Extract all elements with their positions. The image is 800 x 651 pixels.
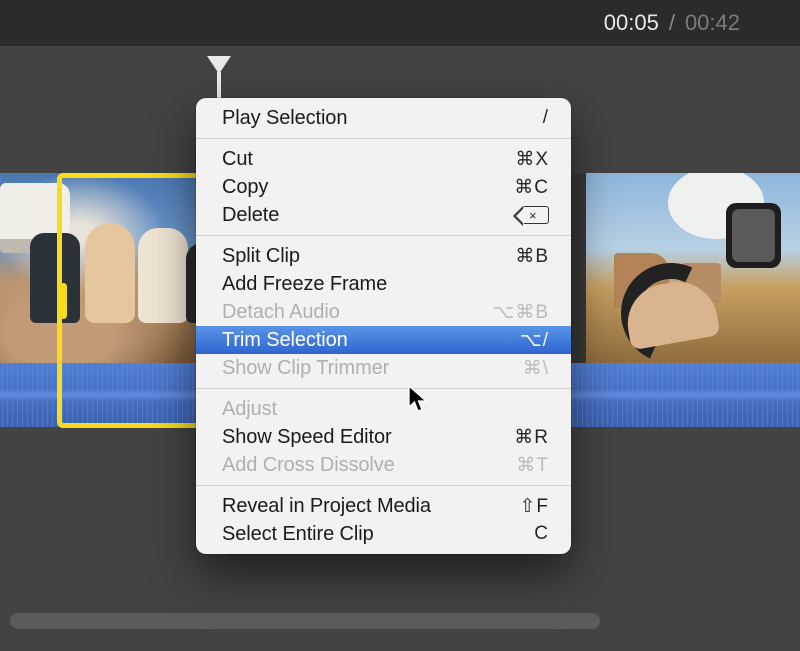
clip-thumbnail-detail [85,223,135,323]
menu-item-label: Delete [222,204,279,227]
menu-item-label: Split Clip [222,245,300,268]
menu-item-reveal-in-project-media[interactable]: Reveal in Project Media ⇧F [196,492,571,520]
menu-item-shortcut: ⌘R [514,426,549,449]
menu-item-shortcut: ⇧F [519,495,549,518]
menu-item-copy[interactable]: Copy ⌘C [196,173,571,201]
menu-separator [196,138,571,139]
menu-item-label: Select Entire Clip [222,523,374,546]
timeline-clip[interactable] [586,173,800,363]
menu-item-shortcut: ⌥/ [520,329,549,352]
playback-timebar: 00:05 / 00:42 [0,0,800,46]
menu-item-add-freeze-frame[interactable]: Add Freeze Frame [196,270,571,298]
menu-item-shortcut: ⌥⌘B [492,301,549,324]
menu-item-show-clip-trimmer: Show Clip Trimmer ⌘\ [196,354,571,382]
menu-item-select-entire-clip[interactable]: Select Entire Clip C [196,520,571,548]
menu-separator [196,235,571,236]
menu-item-label: Add Cross Dissolve [222,454,395,477]
clip-thumbnail-detail [726,203,781,268]
menu-item-show-speed-editor[interactable]: Show Speed Editor ⌘R [196,423,571,451]
menu-item-label: Show Speed Editor [222,426,392,449]
menu-item-label: Cut [222,148,253,171]
menu-item-trim-selection[interactable]: Trim Selection ⌥/ [196,326,571,354]
clip-thumbnail-detail [30,233,80,323]
menu-item-shortcut: / [543,107,549,129]
backspace-icon: × [523,206,549,224]
menu-item-shortcut: ⌘X [515,148,549,171]
playhead-time-separator: / [669,10,675,36]
playhead-time-current: 00:05 [604,10,659,36]
menu-item-adjust: Adjust [196,395,571,423]
menu-item-add-cross-dissolve: Add Cross Dissolve ⌘T [196,451,571,479]
menu-item-label: Reveal in Project Media [222,495,431,518]
menu-item-shortcut: × [523,206,549,224]
menu-item-detach-audio: Detach Audio ⌥⌘B [196,298,571,326]
timeline-scrollbar[interactable] [10,613,600,629]
menu-item-shortcut: ⌘B [515,245,549,268]
menu-item-label: Show Clip Trimmer [222,357,389,380]
menu-item-label: Add Freeze Frame [222,273,387,296]
menu-separator [196,388,571,389]
menu-item-shortcut: ⌘T [516,454,549,477]
playhead-time-total: 00:42 [685,10,740,36]
menu-item-label: Adjust [222,398,277,421]
clip-thumbnail-detail [138,228,188,323]
menu-item-split-clip[interactable]: Split Clip ⌘B [196,242,571,270]
menu-separator [196,485,571,486]
menu-item-label: Play Selection [222,107,347,130]
menu-item-shortcut: C [534,523,549,545]
menu-item-cut[interactable]: Cut ⌘X [196,145,571,173]
menu-item-label: Detach Audio [222,301,340,324]
menu-item-shortcut: ⌘C [514,176,549,199]
menu-item-label: Copy [222,176,268,199]
menu-item-label: Trim Selection [222,329,348,352]
menu-item-shortcut: ⌘\ [523,357,549,380]
clip-context-menu[interactable]: Play Selection / Cut ⌘X Copy ⌘C Delete × Split C… [196,98,571,554]
menu-item-delete[interactable]: Delete × [196,201,571,229]
menu-item-play-selection[interactable]: Play Selection / [196,104,571,132]
